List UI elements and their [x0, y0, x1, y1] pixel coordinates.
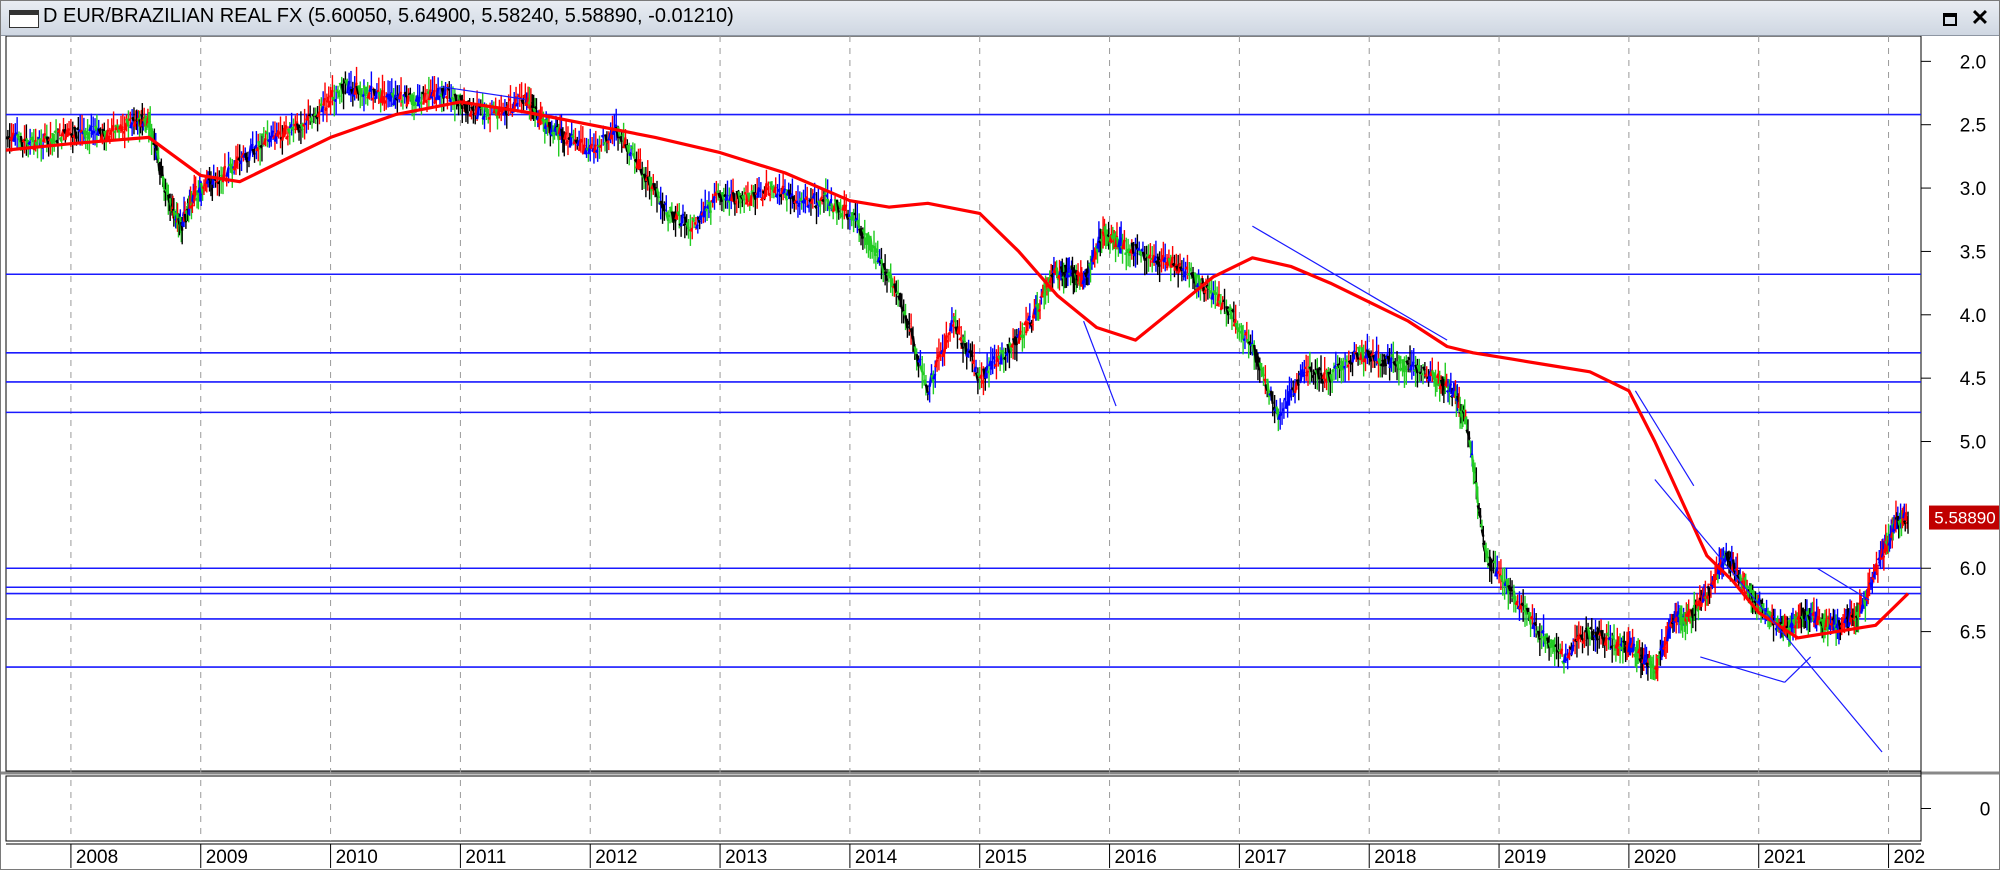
x-tick-label: 2013: [725, 847, 767, 868]
x-tick-label: 2008: [76, 847, 118, 868]
x-tick-label: 2014: [855, 847, 898, 868]
x-tick-label: 202: [1894, 847, 1926, 868]
x-tick-label: 2011: [465, 847, 506, 868]
x-tick-label: 2010: [336, 847, 378, 868]
y-tick-label: 3.0: [1960, 179, 1986, 200]
x-tick-label: 2021: [1764, 847, 1806, 868]
window-title: D EUR/BRAZILIAN REAL FX (5.60050, 5.6490…: [43, 5, 734, 27]
y-tick-label: 6.5: [1960, 623, 1986, 644]
price-chart[interactable]: 2008 2009 2010 2011 2012 2013 2014 2015 2016 2017…: [1, 36, 1999, 869]
y-tick-label: 3.5: [1960, 242, 1986, 263]
y-tick-label: 6.0: [1960, 559, 1986, 580]
y-tick-label: 2.0: [1960, 52, 1986, 73]
x-tick-label: 2019: [1504, 847, 1546, 868]
x-tick-label: 2016: [1115, 847, 1157, 868]
y-tick-label: 2.5: [1960, 116, 1986, 137]
y-tick-label: 4.5: [1960, 369, 1986, 390]
close-button[interactable]: ✕: [1967, 6, 1993, 30]
chart-window: D EUR/BRAZILIAN REAL FX (5.60050, 5.6490…: [0, 0, 2000, 870]
title-bar[interactable]: D EUR/BRAZILIAN REAL FX (5.60050, 5.6490…: [1, 1, 1999, 36]
maximize-icon: [1943, 12, 1957, 26]
x-tick-label: 2012: [595, 847, 637, 868]
x-tick-label: 2018: [1374, 847, 1416, 868]
last-price-label: 5.58890: [1934, 509, 1995, 528]
y-tick-label: 4.0: [1960, 306, 1986, 327]
x-tick-label: 2017: [1244, 847, 1286, 868]
lower-pane-tick-label: 0: [1980, 800, 1991, 821]
maximize-button[interactable]: [1937, 6, 1963, 30]
x-tick-label: 2015: [985, 847, 1027, 868]
window-icon[interactable]: [9, 10, 39, 28]
x-tick-label: 2020: [1634, 847, 1676, 868]
x-tick-label: 2009: [206, 847, 248, 868]
lower-pane[interactable]: [5, 775, 1922, 842]
y-tick-label: 5.0: [1960, 433, 1986, 454]
